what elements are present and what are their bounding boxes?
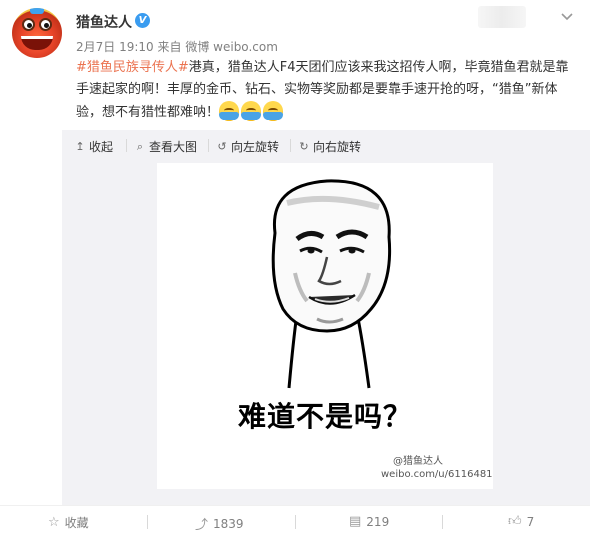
media-toolbar: ↥ 收起 ⌕ 查看大图 ↺ 向左旋转 ↻ 向右旋转 [62,130,590,160]
comment-button[interactable]: ▤ 219 [349,514,389,529]
favorite-button[interactable]: ☆ 收藏 [48,514,89,531]
like-button[interactable]: 👍︎ 7 [508,514,534,529]
watermark-name: @猎鱼达人 [393,456,443,467]
action-bar: ☆ 收藏 ⤴ 1839 ▤ 219 👍︎ 7 [0,505,590,535]
rotate-right-label: 向右旋转 [313,140,362,154]
thumbs-up-icon: 👍︎ [508,514,522,529]
meme-face-illustration [271,179,392,389]
rotate-right-button[interactable]: ↻ 向右旋转 [298,138,361,155]
media-box: ↥ 收起 ⌕ 查看大图 ↺ 向左旋转 ↻ 向右旋转 难道不是吗？ @猎鱼达人 w… [62,130,590,505]
like-count: 7 [526,514,535,529]
avatar[interactable] [12,8,62,58]
star-icon: ☆ [48,515,60,530]
action-divider [147,515,148,529]
toolbar-divider [290,139,291,152]
post-date[interactable]: 2月7日 19:10 [76,40,154,54]
rotate-left-button[interactable]: ↺ 向左旋转 [216,138,279,155]
source-prefix: 来自 [157,40,182,54]
repost-button[interactable]: ⤴ 1839 [195,514,244,534]
repost-count: 1839 [213,516,244,531]
comment-count: 219 [366,514,390,529]
post-meta: 2月7日 19:10 来自 微博 weibo.com [76,38,278,55]
avatar-eye-left [22,18,35,31]
comment-icon: ▤ [349,514,362,529]
hug-emoji-icon [219,101,240,121]
action-divider [442,515,443,529]
post-image[interactable]: 难道不是吗？ @猎鱼达人 weibo.com/u/6116481103 [157,163,493,489]
arrow-up-icon: ↥ [75,140,85,153]
weibo-post-card: 猎鱼达人 V 2月7日 19:10 来自 微博 weibo.com #猎鱼民族寻… [0,0,590,535]
rotate-left-icon: ↺ [217,140,227,153]
collapse-label: 收起 [89,140,114,154]
avatar-eye-right [39,18,52,31]
avatar-crown [30,8,44,14]
action-divider [295,515,296,529]
chevron-down-icon[interactable] [560,12,574,22]
rotate-left-label: 向左旋转 [231,140,280,154]
blurred-badge [478,6,526,28]
favorite-label: 收藏 [64,516,89,530]
image-caption: 难道不是吗？ [237,400,412,433]
post-source[interactable]: 微博 weibo.com [185,40,278,54]
hug-emoji-icon [263,101,284,121]
toolbar-divider [126,139,127,152]
author-name[interactable]: 猎鱼达人 [76,12,132,32]
toolbar-divider [208,139,209,152]
zoom-icon: ⌕ [136,139,144,153]
avatar-mouth [21,36,53,50]
rotate-right-icon: ↻ [299,140,309,153]
repost-icon: ⤴ [195,518,209,533]
post-text: #猎鱼民族寻传人#港真，猎鱼达人F4天团们应该来我这招传人啊，毕竟猎鱼君就是靠手… [76,57,580,124]
view-large-button[interactable]: ⌕ 查看大图 [134,138,197,155]
verified-icon[interactable]: V [135,13,150,28]
watermark-url: weibo.com/u/6116481103 [381,469,493,480]
collapse-button[interactable]: ↥ 收起 [74,138,113,155]
hashtag-link[interactable]: #猎鱼民族寻传人# [76,60,189,75]
view-large-label: 查看大图 [149,140,198,154]
hug-emoji-icon [241,101,262,121]
